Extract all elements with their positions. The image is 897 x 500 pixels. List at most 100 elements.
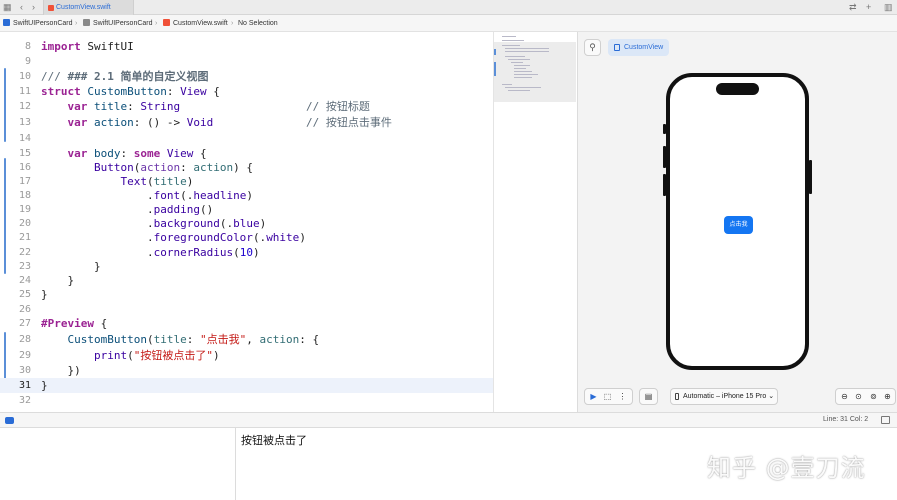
code-line: 16 Button(action: action) { (0, 160, 493, 175)
line-number: 17 (18, 176, 31, 187)
chevron-down-icon: ⌄ (768, 393, 775, 400)
code-token: () (199, 203, 214, 216)
line-number: 28 (18, 334, 31, 345)
back-icon[interactable]: ‹ (20, 2, 23, 12)
device-settings-icon: ▤ (644, 392, 653, 401)
line-number: 29 (18, 350, 31, 361)
zoom-actual-icon[interactable]: ⊙ (854, 392, 863, 401)
swift-file-icon (48, 5, 54, 11)
code-token: white (266, 231, 300, 244)
code-line: 23 } (0, 259, 493, 274)
zoom-out-icon[interactable]: ⊖ (840, 392, 849, 401)
code-line: 9 (0, 54, 493, 69)
code-text: Button(action: action) { (41, 160, 253, 175)
line-number: 14 (18, 133, 31, 144)
minimap-line (514, 74, 538, 75)
device-frame: 点击我 (666, 73, 809, 370)
code-token: . (41, 231, 154, 244)
code-token: foregroundColor (153, 231, 253, 244)
tab-bar: ▦ ‹ › CustomView.swift ⇄ + ▥ (0, 0, 897, 15)
chevron-right-icon: › (155, 20, 158, 27)
code-token: : () -> (133, 116, 187, 129)
minimap-line (505, 51, 549, 52)
zoom-controls: ⊖ ⊙ ⊚ ⊕ (835, 388, 896, 405)
code-token: "按钮被点击了" (133, 349, 213, 362)
code-token: : (120, 147, 134, 160)
console-layout-icon[interactable] (881, 416, 890, 424)
code-line: 18 .font(.headline) (0, 188, 493, 203)
code-token: 10 (239, 246, 253, 259)
breadcrumb-folder[interactable]: SwiftUIPersonCard (83, 15, 153, 32)
code-token: Button (93, 161, 134, 174)
code-token: SwiftUI (80, 40, 134, 53)
code-editor[interactable]: 8 import SwiftUI 9 10 /// ### 2.1 简单的自定义视图… (0, 32, 493, 412)
breadcrumb-folder-label: SwiftUIPersonCard (93, 20, 153, 27)
code-token: blue (233, 217, 260, 230)
dynamic-island (716, 83, 759, 95)
code-line: 27 #Preview { (0, 316, 493, 331)
code-text: } (41, 260, 101, 273)
console-output: 按钮被点击了 (241, 434, 307, 447)
code-text: .font(.headline) (41, 188, 253, 203)
preview-tab-customview[interactable]: CustomView (608, 39, 669, 56)
pin-preview-button[interactable]: ⚲ (584, 39, 601, 56)
code-line: 20 .background(.blue) (0, 216, 493, 231)
minimap-line (505, 48, 549, 49)
grid-icon[interactable]: ▦ (3, 2, 12, 12)
minimap-line (511, 62, 523, 63)
code-text: } (41, 274, 75, 287)
code-text: .cornerRadius(10) (41, 245, 260, 260)
code-token: String (140, 100, 181, 113)
code-token: /// (41, 70, 68, 83)
code-token: CustomButton (87, 85, 167, 98)
line-number: 23 (18, 261, 31, 272)
code-text: var title: String // 按钮标题 (41, 99, 370, 114)
code-token: , (246, 333, 260, 346)
tab-customview-swift[interactable]: CustomView.swift (43, 0, 134, 15)
related-items-icon[interactable]: ⇄ (849, 2, 857, 12)
watermark: 知乎 @壹刀流 (707, 454, 866, 482)
device-selector-label: Automatic – iPhone 15 Pro (683, 393, 767, 400)
zoom-fit-icon[interactable]: ⊚ (869, 392, 878, 401)
code-token: ) (246, 189, 253, 202)
line-number: 20 (18, 218, 31, 229)
minimap-line (508, 59, 530, 60)
device-selector[interactable]: Automatic – iPhone 15 Pro ⌄ (670, 388, 778, 405)
breadcrumb-symbol[interactable]: No Selection (238, 15, 278, 32)
variants-icon[interactable]: ⋮ (618, 392, 627, 401)
console-view[interactable]: 按钮被点击了 知乎 @壹刀流 (237, 428, 897, 500)
split-editor-icon[interactable]: ▥ (884, 2, 893, 12)
code-token: View (180, 85, 207, 98)
chevron-right-icon: › (75, 20, 78, 27)
breadcrumb-project[interactable]: SwiftUIPersonCard (3, 15, 73, 32)
code-text: .foregroundColor(.white) (41, 230, 306, 245)
zoom-in-icon[interactable]: ⊕ (883, 392, 892, 401)
live-preview-icon[interactable]: ▶ (589, 392, 598, 401)
tap-me-button[interactable]: 点击我 (724, 216, 753, 234)
code-token: ( (146, 175, 154, 188)
minimap-line (514, 77, 532, 78)
breadcrumb-file[interactable]: CustomView.swift (163, 15, 228, 32)
selectable-icon[interactable]: ⬚ (603, 392, 612, 401)
cursor-position: Line: 31 Col: 2 (823, 416, 869, 423)
minimap-line (508, 90, 530, 91)
add-editor-icon[interactable]: + (866, 2, 871, 12)
minimap-line (502, 36, 516, 37)
code-text: .background(.blue) (41, 216, 266, 231)
code-line: 13 var action: () -> Void // 按钮点击事件 (0, 115, 493, 130)
minimap[interactable] (493, 32, 576, 412)
code-text: Text(title) (41, 174, 193, 189)
code-line: 11 struct CustomButton: View { (0, 84, 493, 99)
code-line: 8 import SwiftUI (0, 39, 493, 54)
minimap-line (505, 56, 525, 57)
line-number: 13 (18, 117, 31, 128)
debug-area-toggle-icon[interactable] (5, 417, 14, 424)
forward-icon[interactable]: › (32, 2, 35, 12)
code-line: 17 Text(title) (0, 174, 493, 189)
device-settings-button[interactable]: ▤ (639, 388, 658, 405)
